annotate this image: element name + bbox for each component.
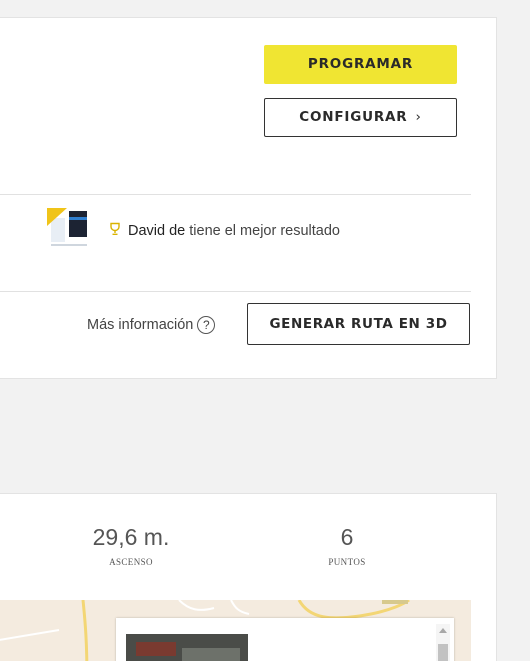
generate-3d-route-button[interactable]: GENERAR RUTA EN 3D: [247, 303, 470, 345]
configure-button[interactable]: CONFIGURAR ›: [264, 98, 457, 137]
program-button[interactable]: PROGRAMAR: [264, 45, 457, 84]
divider: [0, 194, 471, 195]
more-info[interactable]: Más información?: [87, 316, 216, 334]
chevron-right-icon: ›: [415, 109, 422, 125]
best-result-user[interactable]: David de: [128, 223, 185, 239]
points-value: 6: [340, 524, 354, 550]
question-circle-icon[interactable]: ?: [197, 316, 216, 334]
ascent-stat: 29,6 m. ASCENSO: [71, 524, 191, 567]
map-point-popup: [116, 618, 454, 661]
points-stat: 6 PUNTOS: [287, 524, 407, 567]
best-result-suffix: tiene el mejor resultado: [185, 223, 340, 239]
point-photo[interactable]: [126, 634, 248, 661]
route-actions-card: PROGRAMAR CONFIGURAR › David de tiene el …: [0, 17, 497, 379]
best-result-text: David de tiene el mejor resultado: [108, 222, 340, 239]
ascent-label: ASCENSO: [109, 557, 153, 567]
trophy-icon: [110, 222, 120, 235]
scrollbar-thumb[interactable]: [438, 644, 448, 661]
configure-label: CONFIGURAR: [299, 109, 408, 125]
divider: [0, 291, 471, 292]
route-stats-card: 29,6 m. ASCENSO 6 PUNTOS: [0, 493, 497, 661]
ascent-value: 29,6 m.: [92, 524, 170, 550]
scroll-up-icon[interactable]: [439, 628, 447, 633]
more-info-label: Más información: [87, 317, 194, 333]
points-label: PUNTOS: [328, 557, 366, 567]
popup-scrollbar[interactable]: [436, 624, 450, 661]
route-map[interactable]: [0, 600, 471, 661]
best-result-thumbnail[interactable]: [47, 208, 89, 250]
